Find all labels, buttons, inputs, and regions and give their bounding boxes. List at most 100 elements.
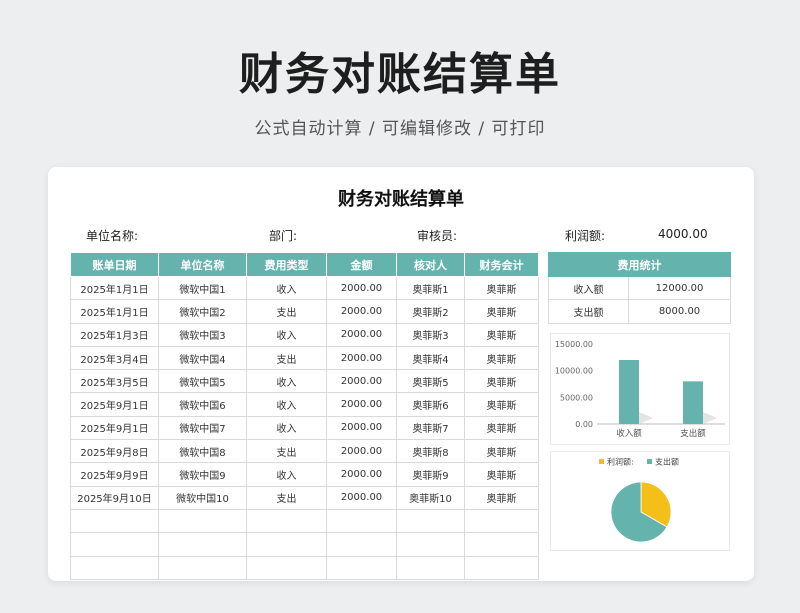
table-cell[interactable] <box>396 555 465 580</box>
table-cell[interactable] <box>246 555 327 580</box>
table-cell[interactable]: 收入 <box>246 322 327 347</box>
table-cell[interactable]: 奥菲斯 <box>464 299 539 324</box>
table-cell[interactable] <box>464 532 539 557</box>
table-cell[interactable]: 奥菲斯7 <box>396 415 465 441</box>
table-cell[interactable]: 2000.00 <box>326 275 397 301</box>
table-cell[interactable]: 2025年3月4日 <box>70 345 159 371</box>
table-cell[interactable]: 微软中国5 <box>158 369 247 394</box>
table-cell[interactable]: 微软中国10 <box>158 485 247 510</box>
table-cell[interactable] <box>158 532 247 557</box>
stats-row: 支出额 8000.00 <box>548 299 731 324</box>
table-cell[interactable] <box>70 508 159 534</box>
table-cell[interactable]: 2000.00 <box>326 439 397 464</box>
table-cell[interactable] <box>464 508 539 534</box>
table-cell[interactable]: 2025年1月1日 <box>70 275 159 301</box>
table-cell[interactable]: 奥菲斯 <box>464 345 539 371</box>
ledger-column-header: 财务会计 <box>464 252 539 277</box>
table-cell[interactable]: 奥菲斯 <box>464 485 539 510</box>
stats-label[interactable]: 支出额 <box>548 299 629 324</box>
stats-value[interactable]: 12000.00 <box>628 275 731 301</box>
table-cell[interactable]: 2000.00 <box>326 415 397 441</box>
banner-title: 财务对账结算单 <box>239 49 561 100</box>
table-cell[interactable]: 支出 <box>246 485 327 510</box>
table-cell[interactable]: 微软中国2 <box>158 299 247 324</box>
ledger-column-header: 核对人 <box>396 252 465 277</box>
table-cell[interactable]: 奥菲斯 <box>464 369 539 394</box>
table-cell[interactable] <box>70 555 159 580</box>
table-cell[interactable]: 奥菲斯9 <box>396 462 465 487</box>
sheet-title: 财务对账结算单 <box>338 189 464 210</box>
table-cell[interactable]: 收入 <box>246 369 327 394</box>
table-cell[interactable]: 奥菲斯3 <box>396 322 465 347</box>
table-cell[interactable]: 2000.00 <box>326 369 397 394</box>
table-cell[interactable] <box>326 508 397 534</box>
ledger-header-row: 账单日期 单位名称 费用类型 金额 核对人 财务会计 <box>70 252 539 277</box>
legend-label: 支出额 <box>655 457 679 467</box>
table-cell[interactable] <box>246 532 327 557</box>
table-cell[interactable]: 奥菲斯6 <box>396 392 465 417</box>
table-cell[interactable]: 奥菲斯4 <box>396 345 465 371</box>
ledger-column-header: 账单日期 <box>70 252 159 277</box>
table-cell[interactable]: 奥菲斯5 <box>396 369 465 394</box>
table-cell[interactable] <box>326 555 397 580</box>
table-cell[interactable]: 收入 <box>246 275 327 301</box>
table-cell[interactable]: 收入 <box>246 462 327 487</box>
table-cell[interactable]: 支出 <box>246 439 327 464</box>
table-cell[interactable] <box>158 555 247 580</box>
stats-value[interactable]: 8000.00 <box>628 299 731 324</box>
table-cell[interactable]: 微软中国6 <box>158 392 247 417</box>
bar-收入额 <box>619 360 639 424</box>
table-cell[interactable] <box>464 555 539 580</box>
table-row: 2025年9月9日 微软中国9 收入 2000.00 奥菲斯9 奥菲斯 <box>70 462 539 487</box>
table-cell[interactable] <box>396 508 465 534</box>
table-cell[interactable]: 奥菲斯 <box>464 275 539 301</box>
table-cell[interactable]: 奥菲斯 <box>464 322 539 347</box>
table-cell[interactable]: 奥菲斯 <box>464 415 539 441</box>
table-cell[interactable] <box>396 532 465 557</box>
table-cell[interactable]: 收入 <box>246 392 327 417</box>
table-cell[interactable]: 奥菲斯10 <box>396 485 465 510</box>
table-cell[interactable]: 2025年3月5日 <box>70 369 159 394</box>
auditor-label: 审核员: <box>417 229 458 243</box>
y-tick-label: 10000.00 <box>555 367 593 376</box>
table-cell[interactable]: 奥菲斯1 <box>396 275 465 301</box>
table-cell[interactable]: 2000.00 <box>326 322 397 347</box>
stats-row: 收入额 12000.00 <box>548 275 731 301</box>
table-cell[interactable]: 微软中国4 <box>158 345 247 371</box>
table-row: 2025年3月5日 微软中国5 收入 2000.00 奥菲斯5 奥菲斯 <box>70 369 539 394</box>
table-cell[interactable]: 收入 <box>246 415 327 441</box>
table-cell[interactable]: 奥菲斯 <box>464 392 539 417</box>
table-cell[interactable]: 奥菲斯 <box>464 439 539 464</box>
table-cell[interactable]: 微软中国1 <box>158 275 247 301</box>
table-cell[interactable]: 支出 <box>246 299 327 324</box>
table-row <box>70 555 539 580</box>
table-cell[interactable] <box>246 508 327 534</box>
table-cell[interactable] <box>326 532 397 557</box>
table-cell[interactable]: 支出 <box>246 345 327 371</box>
table-cell[interactable] <box>158 508 247 534</box>
y-tick-label: 0.00 <box>575 420 593 429</box>
stats-body: 收入额 12000.00 支出额 8000.00 <box>548 275 731 324</box>
table-cell[interactable]: 2025年9月1日 <box>70 392 159 417</box>
table-cell[interactable] <box>70 532 159 557</box>
table-cell[interactable]: 微软中国7 <box>158 415 247 441</box>
table-cell[interactable]: 2025年1月3日 <box>70 322 159 347</box>
table-cell[interactable]: 2025年9月10日 <box>70 485 159 510</box>
table-cell[interactable]: 2025年9月8日 <box>70 439 159 464</box>
table-cell[interactable]: 2000.00 <box>326 462 397 487</box>
stats-label[interactable]: 收入额 <box>548 275 629 301</box>
table-cell[interactable]: 奥菲斯 <box>464 462 539 487</box>
table-cell[interactable]: 2025年9月9日 <box>70 462 159 487</box>
table-cell[interactable]: 微软中国9 <box>158 462 247 487</box>
table-cell[interactable]: 2025年1月1日 <box>70 299 159 324</box>
department-label: 部门: <box>269 229 298 243</box>
table-cell[interactable]: 2000.00 <box>326 299 397 324</box>
table-cell[interactable]: 奥菲斯2 <box>396 299 465 324</box>
table-cell[interactable]: 2000.00 <box>326 392 397 417</box>
table-cell[interactable]: 微软中国8 <box>158 439 247 464</box>
table-cell[interactable]: 2000.00 <box>326 345 397 371</box>
table-cell[interactable]: 奥菲斯8 <box>396 439 465 464</box>
table-cell[interactable]: 2025年9月1日 <box>70 415 159 441</box>
table-cell[interactable]: 微软中国3 <box>158 322 247 347</box>
table-cell[interactable]: 2000.00 <box>326 485 397 510</box>
